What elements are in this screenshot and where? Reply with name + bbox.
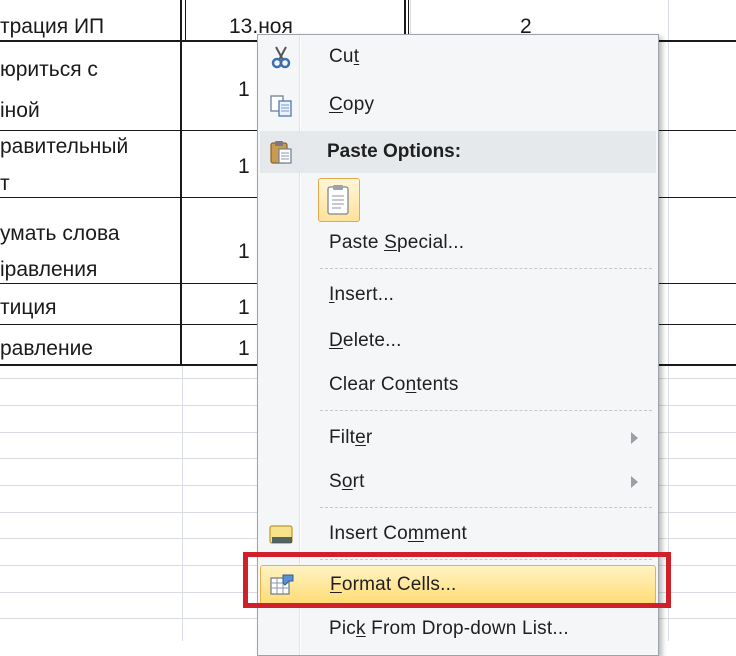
menu-item-label: Insert Comment bbox=[329, 523, 467, 544]
menu-item-cut[interactable]: Cut bbox=[260, 37, 656, 77]
menu-item-clear-contents[interactable]: Clear Contents bbox=[260, 365, 656, 405]
cell-text: равительный bbox=[0, 135, 129, 158]
menu-item-pick-from-list[interactable]: Pick From Drop-down List... bbox=[260, 609, 656, 649]
cell-text: іной bbox=[0, 99, 40, 122]
menu-item-label: Delete... bbox=[329, 330, 402, 351]
paste-icon bbox=[326, 184, 352, 221]
cell-text: іравления bbox=[0, 258, 98, 281]
menu-item-paste-special[interactable]: Paste Special... bbox=[260, 223, 656, 263]
gridline bbox=[182, 365, 183, 641]
menu-item-label: Insert... bbox=[329, 284, 395, 305]
paste-options-header: Paste Options: bbox=[260, 131, 656, 173]
menu-item-delete[interactable]: Delete... bbox=[260, 321, 656, 361]
cell-text: 1 bbox=[238, 296, 250, 319]
menu-item-insert-comment[interactable]: Insert Comment bbox=[260, 514, 656, 554]
highlight-annotation-box bbox=[243, 552, 671, 608]
menu-separator bbox=[320, 410, 652, 411]
menu-item-insert[interactable]: Insert... bbox=[260, 275, 656, 315]
cell-text: умать слова bbox=[0, 222, 120, 245]
menu-item-label: Cut bbox=[329, 46, 360, 67]
menu-item-label: Paste Special... bbox=[329, 232, 465, 253]
cell-text: юриться с bbox=[0, 58, 98, 81]
copy-icon bbox=[268, 92, 294, 118]
menu-item-label: Pick From Drop-down List... bbox=[329, 618, 569, 639]
cell-text: равление bbox=[0, 337, 93, 360]
cell-text: 1 bbox=[238, 337, 250, 360]
menu-separator bbox=[320, 507, 652, 508]
menu-item-filter[interactable]: Filter bbox=[260, 418, 656, 458]
scissors-icon bbox=[268, 44, 294, 70]
gridline bbox=[668, 0, 669, 641]
menu-item-label: Copy bbox=[329, 94, 375, 115]
cell-text: 1 bbox=[238, 78, 250, 101]
comment-icon bbox=[268, 521, 294, 547]
cell-text: трация ИП bbox=[0, 15, 105, 38]
menu-item-sort[interactable]: Sort bbox=[260, 462, 656, 502]
table-border bbox=[185, 0, 186, 42]
paste-options-label: Paste Options: bbox=[327, 141, 462, 162]
cell-text: 1 bbox=[238, 155, 250, 178]
cell-text: т bbox=[0, 172, 10, 195]
menu-item-label: Filter bbox=[329, 427, 373, 448]
table-border bbox=[180, 0, 182, 366]
menu-item-copy[interactable]: Copy bbox=[260, 85, 656, 125]
menu-item-label: Sort bbox=[329, 471, 365, 492]
menu-separator bbox=[320, 268, 652, 269]
cell-text: 1 bbox=[238, 240, 250, 263]
clipboard-icon bbox=[268, 139, 294, 165]
submenu-arrow-icon bbox=[631, 432, 638, 444]
menu-item-label: Clear Contents bbox=[329, 374, 459, 395]
submenu-arrow-icon bbox=[631, 476, 638, 488]
cell-text: тиция bbox=[0, 296, 57, 319]
paste-option-button[interactable] bbox=[318, 178, 360, 222]
